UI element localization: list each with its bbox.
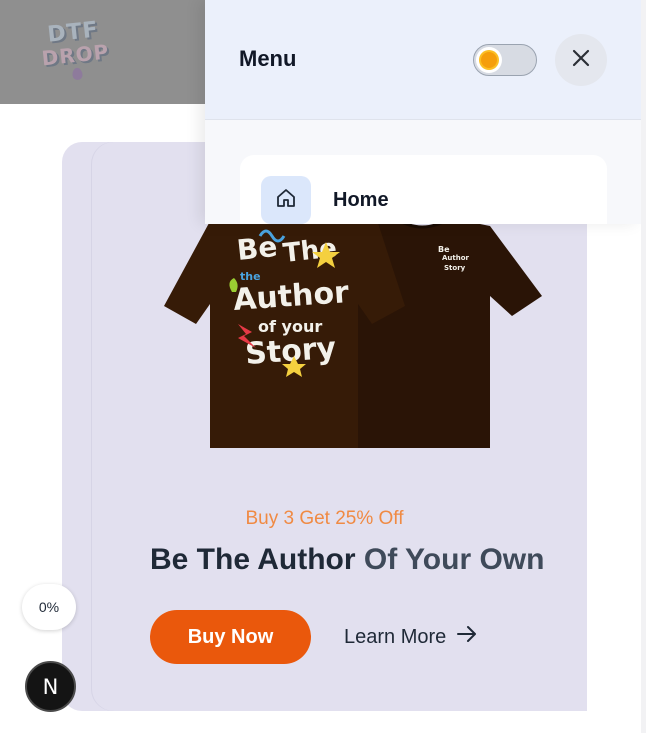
print-back-line3: Story: [444, 264, 466, 272]
buy-now-button[interactable]: Buy Now: [150, 610, 311, 664]
arrow-right-icon: [456, 625, 478, 649]
menu-header: Menu: [205, 0, 641, 120]
print-back-line1: Be: [438, 245, 450, 254]
sun-icon: [481, 52, 497, 68]
menu-list: Home: [240, 155, 607, 224]
header-backdrop: DTF DROP: [0, 0, 205, 104]
product-image[interactable]: Be Author Story Be The the Author of you…: [160, 196, 550, 456]
print-back-line2: Author: [442, 254, 470, 262]
hero-headline: Be The Author Of Your Own: [150, 543, 580, 577]
home-icon: [275, 187, 297, 214]
learn-more-label: Learn More: [344, 625, 447, 648]
headline-secondary: Of Your Own: [363, 543, 545, 576]
side-menu-panel: Menu Home: [205, 0, 641, 224]
headline-primary: Be The Author: [150, 543, 356, 576]
menu-item-home[interactable]: Home: [261, 176, 389, 224]
menu-title: Menu: [239, 46, 297, 71]
home-icon-box: [261, 176, 311, 224]
close-icon: [571, 48, 591, 73]
nextjs-devtools-button[interactable]: N: [25, 661, 76, 712]
toggle-knob: [476, 47, 502, 73]
brand-logo[interactable]: DTF DROP: [38, 11, 111, 91]
offer-text: Buy 3 Get 25% Off: [245, 508, 404, 529]
theme-toggle[interactable]: [473, 44, 537, 76]
learn-more-link[interactable]: Learn More: [344, 622, 478, 652]
drop-icon: [71, 67, 84, 81]
page-edge: [641, 0, 646, 733]
scroll-progress-badge[interactable]: 0%: [22, 584, 76, 630]
close-menu-button[interactable]: [555, 34, 607, 86]
menu-item-label: Home: [333, 188, 389, 211]
